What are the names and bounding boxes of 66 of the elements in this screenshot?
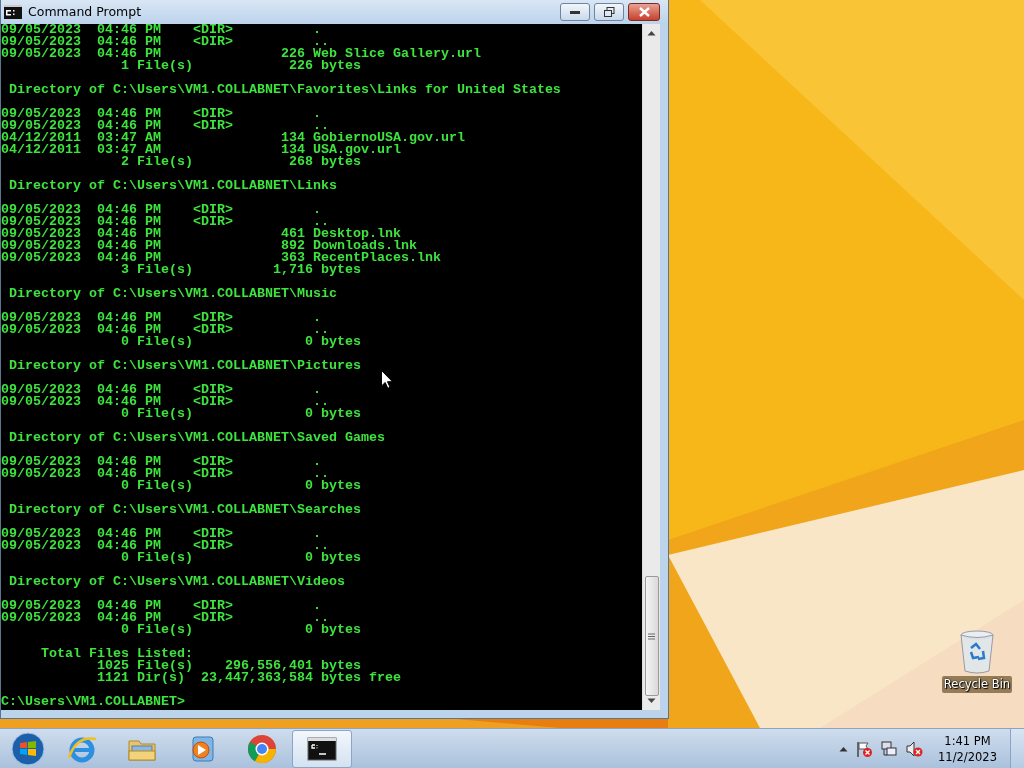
windows-orb-icon xyxy=(11,731,45,766)
console-line: 0 File(s) 0 bytes xyxy=(119,624,361,636)
console-line: 2 File(s) 268 bytes xyxy=(119,156,361,168)
restore-button[interactable] xyxy=(594,3,624,21)
console-line: 3 File(s) 1,716 bytes xyxy=(119,264,361,276)
console-line: Total Files Listed: xyxy=(40,648,193,660)
console-line: 0 File(s) 0 bytes xyxy=(119,480,361,492)
console-line: 09/05/2023 04:46 PM <DIR> .. xyxy=(1,120,329,132)
close-icon xyxy=(638,7,650,17)
scroll-down-icon[interactable] xyxy=(647,698,656,704)
command-prompt-icon xyxy=(4,5,22,19)
desktop-icon-label[interactable]: Recycle Bin xyxy=(941,676,1013,694)
console-line: 09/05/2023 04:46 PM <DIR> . xyxy=(1,312,321,324)
scroll-up-icon[interactable] xyxy=(647,30,656,36)
minimize-button[interactable] xyxy=(560,3,590,21)
scroll-thumb[interactable] xyxy=(644,576,659,696)
directory-heading: Directory of C:\Users\VM1.COLLABNET\Music xyxy=(8,288,337,300)
console-line: 09/05/2023 04:46 PM <DIR> . xyxy=(1,528,321,540)
mouse-pointer-icon xyxy=(381,370,393,389)
console-line: 09/05/2023 04:46 PM <DIR> . xyxy=(1,600,321,612)
console-line: 09/05/2023 04:46 PM <DIR> .. xyxy=(1,468,329,480)
console-line: 0 File(s) 0 bytes xyxy=(119,336,361,348)
taskbar-button[interactable] xyxy=(292,729,352,768)
scrollbar[interactable] xyxy=(642,24,660,710)
console-line: 1025 File(s) 296,556,401 bytes xyxy=(95,660,361,672)
console-line: 1121 Dir(s) 23,447,363,584 bytes free xyxy=(95,672,401,684)
clock-date[interactable]: 11/2/2023 xyxy=(938,748,997,765)
console-line: 09/05/2023 04:46 PM 892 Downloads.lnk xyxy=(1,240,417,252)
console-line: 0 File(s) 0 bytes xyxy=(119,408,361,420)
console-line: 04/12/2011 03:47 AM 134 USA.gov.url xyxy=(1,144,401,156)
console-line: 1 File(s) 226 bytes xyxy=(119,60,361,72)
console-line: 09/05/2023 04:46 PM <DIR> .. xyxy=(1,216,329,228)
recycle-bin-icon[interactable] xyxy=(959,630,995,674)
console-line: 09/05/2023 04:46 PM <DIR> .. xyxy=(1,324,329,336)
show-hidden-icons-icon[interactable] xyxy=(839,745,849,752)
console-line: 09/05/2023 04:46 PM <DIR> .. xyxy=(1,540,329,552)
console-line: 09/05/2023 04:46 PM 363 RecentPlaces.lnk xyxy=(1,252,441,264)
directory-heading: Directory of C:\Users\VM1.COLLABNET\Saved Games xyxy=(8,432,385,444)
console-line: 09/05/2023 04:46 PM <DIR> . xyxy=(1,24,321,36)
chrome-browser-icon xyxy=(246,732,278,765)
directory-heading: Directory of C:\Users\VM1.COLLABNET\Links xyxy=(8,180,337,192)
console-line: 09/05/2023 04:46 PM <DIR> . xyxy=(1,456,321,468)
console-line: 04/12/2011 03:47 AM 134 GobiernoUSA.gov.url xyxy=(1,132,465,144)
directory-heading: Directory of C:\Users\VM1.COLLABNET\Pictures xyxy=(8,360,361,372)
console-line: 09/05/2023 04:46 PM 461 Desktop.lnk xyxy=(1,228,401,240)
restore-icon xyxy=(603,7,615,17)
console-line: 09/05/2023 04:46 PM 226 Web Slice Gallery.url xyxy=(1,48,481,60)
console-line: 09/05/2023 04:46 PM <DIR> .. xyxy=(1,396,329,408)
console-line: 09/05/2023 04:46 PM <DIR> . xyxy=(1,204,321,216)
clock-time[interactable]: 1:41 PM xyxy=(944,732,991,749)
window-title: Command Prompt xyxy=(28,2,142,21)
muted-speaker-icon[interactable] xyxy=(905,739,924,758)
minimize-icon xyxy=(570,10,580,14)
console-line: 09/05/2023 04:46 PM <DIR> . xyxy=(1,108,321,120)
console-line: 09/05/2023 04:46 PM <DIR> . xyxy=(1,384,321,396)
directory-heading: Directory of C:\Users\VM1.COLLABNET\Favorites\Links for United States xyxy=(8,84,561,96)
console-line: 0 File(s) 0 bytes xyxy=(119,552,361,564)
network-icon[interactable] xyxy=(880,739,899,758)
console-line: 09/05/2023 04:46 PM <DIR> .. xyxy=(1,612,329,624)
grip-icon xyxy=(648,632,655,640)
directory-heading: Directory of C:\Users\VM1.COLLABNET\Searches xyxy=(8,504,361,516)
command-prompt-line: C:\Users\VM1.COLLABNET> xyxy=(1,696,185,708)
close-button[interactable] xyxy=(628,3,660,21)
directory-heading: Directory of C:\Users\VM1.COLLABNET\Videos xyxy=(8,576,345,588)
flag-icon[interactable] xyxy=(855,739,874,758)
console-line: 09/05/2023 04:46 PM <DIR> .. xyxy=(1,36,329,48)
